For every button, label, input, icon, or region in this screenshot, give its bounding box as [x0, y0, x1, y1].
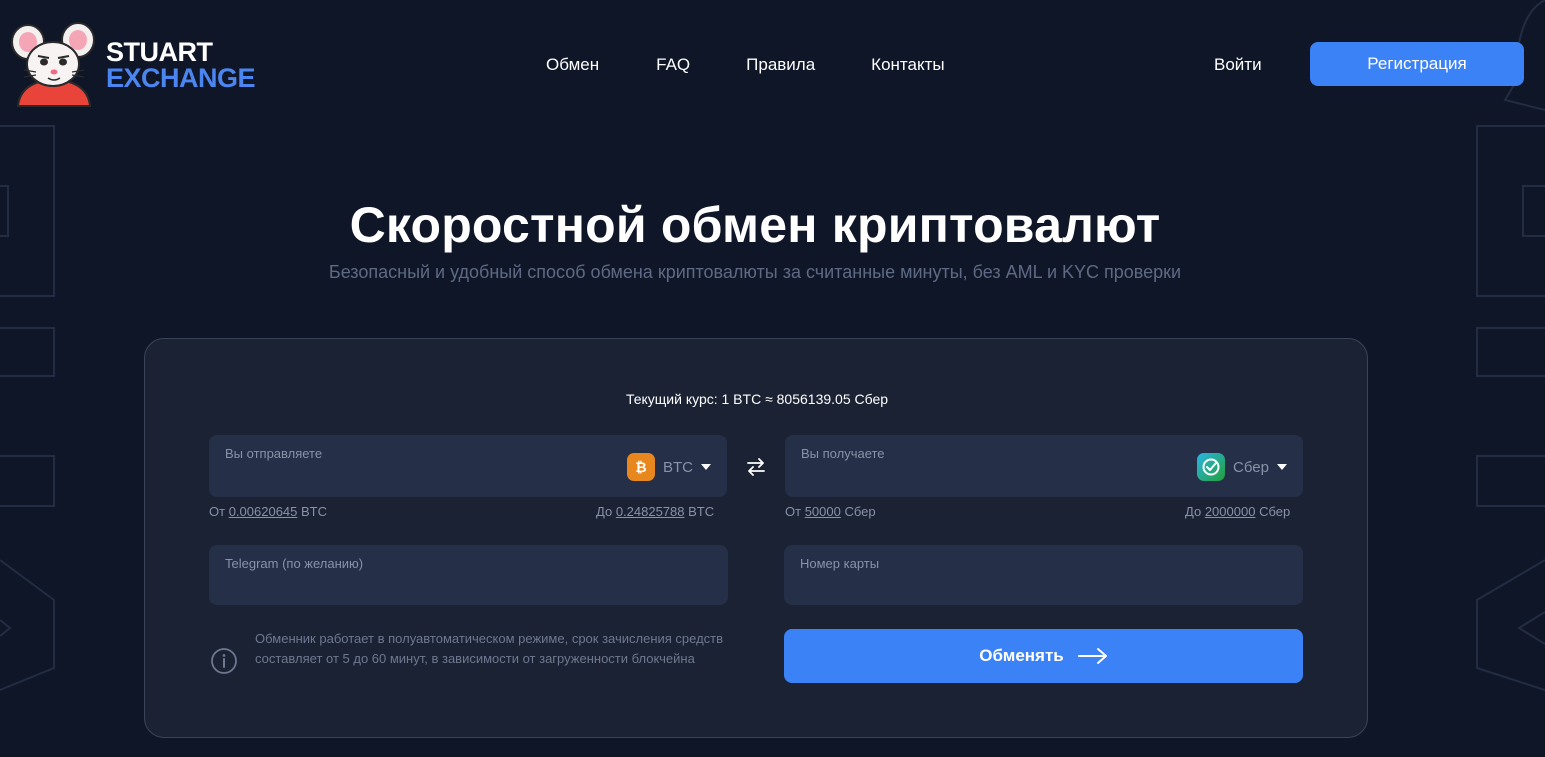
receive-currency-code: Сбер: [1233, 458, 1269, 476]
mouse-mascot-logo: [11, 22, 95, 107]
info-icon: [211, 648, 237, 674]
limit-prefix: До: [1185, 504, 1202, 519]
nav-link-exchange[interactable]: Обмен: [546, 55, 599, 75]
limit-unit: Сбер: [844, 504, 876, 519]
limit-unit: Сбер: [1259, 504, 1291, 519]
exchange-submit-button[interactable]: Обменять: [784, 629, 1303, 683]
receive-field-label: Вы получаете: [801, 446, 885, 461]
register-button[interactable]: Регистрация: [1310, 42, 1524, 86]
send-amount-field[interactable]: Вы отправляете ₿ BTC: [209, 435, 727, 497]
card-number-placeholder: Номер карты: [800, 556, 880, 571]
current-rate: Текущий курс: 1 BTC ≈ 8056139.05 Сбер: [625, 391, 889, 407]
send-min-limit: От 0.00620645 BTC: [209, 504, 327, 519]
card-number-input[interactable]: Номер карты: [784, 545, 1303, 605]
brand-name: STUART EXCHANGE: [106, 37, 256, 93]
send-currency-code: BTC: [663, 458, 693, 476]
limit-prefix: От: [785, 504, 802, 519]
processing-info-text: Обменник работает в полуавтоматическом р…: [255, 631, 724, 666]
exchange-form-card: Текущий курс: 1 BTC ≈ 8056139.05 Сбер Вы…: [144, 338, 1368, 738]
send-min-value[interactable]: 0.00620645: [229, 504, 298, 519]
send-field-label: Вы отправляете: [225, 446, 323, 461]
swap-icon[interactable]: [745, 456, 767, 478]
brand-line-1: STUART: [106, 37, 213, 67]
telegram-placeholder: Telegram (по желанию): [225, 556, 364, 571]
chevron-down-icon: [701, 464, 711, 470]
limit-prefix: До: [596, 504, 613, 519]
bitcoin-icon: ₿: [627, 453, 655, 481]
hero-title: Скоростной обмен криптовалют: [349, 197, 1161, 253]
login-link[interactable]: Войти: [1214, 55, 1262, 75]
receive-max-value[interactable]: 2000000: [1205, 504, 1256, 519]
send-max-limit: До 0.24825788 BTC: [596, 504, 714, 519]
brand-logo[interactable]: STUART EXCHANGE: [8, 20, 256, 110]
header: STUART EXCHANGE Обмен FAQ Правила Контак…: [0, 0, 1545, 130]
limit-unit: BTC: [301, 504, 328, 519]
arrow-right-icon: [1077, 648, 1107, 664]
brand-line-2: EXCHANGE: [106, 63, 256, 93]
nav-link-contacts[interactable]: Контакты: [871, 55, 944, 75]
receive-min-value[interactable]: 50000: [805, 504, 841, 519]
exchange-submit-label: Обменять: [979, 646, 1064, 665]
limit-prefix: От: [209, 504, 226, 519]
svg-text:₿: ₿: [635, 459, 646, 475]
nav-link-rules[interactable]: Правила: [746, 55, 815, 75]
chevron-down-icon: [1277, 464, 1287, 470]
receive-max-limit: До 2000000 Сбер: [1185, 504, 1290, 519]
send-max-value[interactable]: 0.24825788: [616, 504, 685, 519]
sber-icon: [1197, 453, 1226, 481]
page: STUART EXCHANGE Обмен FAQ Правила Контак…: [0, 0, 1545, 757]
main-nav: Обмен FAQ Правила Контакты: [546, 55, 945, 75]
send-currency-select[interactable]: ₿ BTC: [627, 453, 711, 481]
nav-link-faq[interactable]: FAQ: [656, 55, 690, 75]
hero-subtitle: Безопасный и удобный способ обмена крипт…: [328, 262, 1182, 282]
receive-min-limit: От 50000 Сбер: [785, 504, 876, 519]
receive-amount-field[interactable]: Вы получаете Сбер: [785, 435, 1303, 497]
telegram-input[interactable]: Telegram (по желанию): [209, 545, 728, 605]
limit-unit: BTC: [688, 504, 715, 519]
receive-currency-select[interactable]: Сбер: [1197, 453, 1287, 481]
